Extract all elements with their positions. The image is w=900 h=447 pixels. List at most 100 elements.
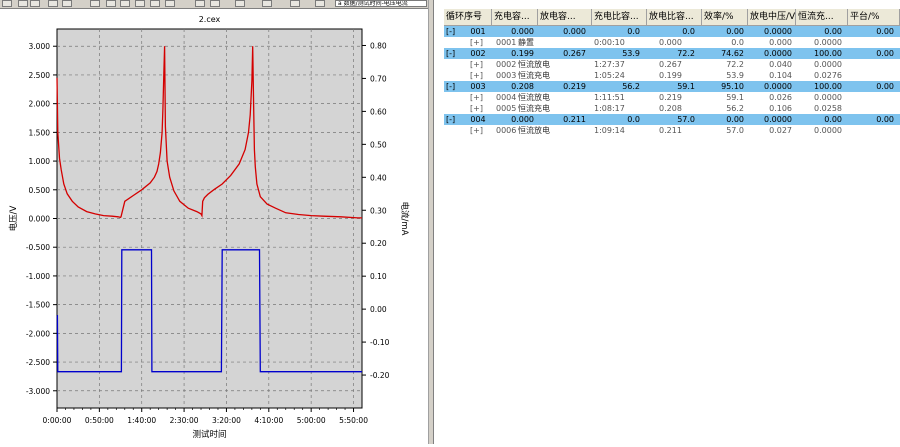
column-header[interactable]: 效率/%	[702, 9, 748, 25]
step-duration: 1:27:37	[594, 60, 625, 69]
table-cell: 56.2	[726, 104, 744, 113]
step-duration: 1:11:51	[594, 93, 625, 102]
step-row[interactable]: [+] 0006 恒流放电 1:09:14 0.211 57.0 0.027 0.0000	[444, 125, 900, 136]
column-header[interactable]: 循环序号	[444, 9, 492, 25]
arrow-right-icon[interactable]	[30, 0, 40, 7]
splitter[interactable]	[428, 0, 434, 444]
table-cell: 0.027	[769, 126, 792, 135]
expand-toggle: [+]	[470, 38, 483, 47]
cycle-row[interactable]: [-] 002 0.199 0.267 53.9 72.2 74.62 0.0000 100.0…	[444, 48, 900, 59]
y2-tick-label: 0.40	[370, 173, 387, 182]
print-icon[interactable]	[262, 0, 272, 7]
step-type: 恒流充电	[518, 104, 550, 113]
plot-mode-combo[interactable]: a 数据/测试时间-电压电流	[335, 0, 427, 7]
step-row[interactable]: [+] 0004 恒流放电 1:11:51 0.219 59.1 0.026 0.0000	[444, 92, 900, 103]
table-cell: 0.00	[876, 82, 894, 91]
y-tick-label: -1.000	[26, 272, 50, 281]
step-id: 0006	[496, 126, 517, 135]
y-tick-label: -3.000	[26, 387, 50, 396]
step-duration: 1:09:14	[594, 126, 625, 135]
column-header[interactable]: 放电比容...	[647, 9, 702, 25]
settings-icon[interactable]	[315, 0, 325, 7]
table-cell: 74.62	[721, 49, 744, 58]
y-tick-label: -1.500	[26, 301, 50, 310]
grid-icon[interactable]	[106, 0, 116, 7]
table-cell: 0.0000	[764, 115, 792, 124]
step-row[interactable]: [+] 0005 恒流充电 1:08:17 0.208 56.2 0.106 0.0258	[444, 103, 900, 114]
y2-tick-label: 0.10	[370, 272, 387, 281]
table-cell: 0.00	[824, 115, 842, 124]
column-header[interactable]: 充电容...	[492, 9, 538, 25]
y2-tick-label: 0.20	[370, 239, 387, 248]
table-cell: 72.2	[726, 60, 744, 69]
x-tick-label: 5:50:00	[339, 416, 368, 425]
y-tick-label: -2.000	[26, 329, 50, 338]
x-tick-label: 1:40:00	[127, 416, 156, 425]
step-row[interactable]: [+] 0002 恒流放电 1:27:37 0.267 72.2 0.040 0.0000	[444, 59, 900, 70]
table-cell: 0.0	[682, 27, 695, 36]
save-icon[interactable]	[2, 0, 12, 7]
table-icon[interactable]	[195, 0, 205, 7]
table-cell: 0.00	[824, 27, 842, 36]
expand-toggle: [+]	[470, 71, 483, 80]
column-header[interactable]: 放电容...	[538, 9, 592, 25]
step-capacity: 0.267	[659, 60, 682, 69]
step-capacity: 0.000	[659, 38, 682, 47]
table-cell: 0.0000	[814, 60, 842, 69]
table-cell: 0.000	[769, 38, 792, 47]
window-2-icon[interactable]	[135, 0, 145, 7]
y2-tick-label: -0.10	[370, 338, 390, 347]
column-header[interactable]: 平台/%	[848, 9, 900, 25]
table-cell: 95.10	[721, 82, 744, 91]
window-4-icon[interactable]	[165, 0, 175, 7]
table-cell: 56.2	[622, 82, 640, 91]
table-cell: 0.0276	[814, 71, 842, 80]
zoom-icon[interactable]	[48, 0, 58, 7]
column-header[interactable]: 放电中压/V	[748, 9, 796, 25]
cycle-row[interactable]: [-] 004 0.000 0.211 0.0 57.0 0.00 0.0000 0.00 0.0…	[444, 114, 900, 125]
chart-title: 2.cex	[199, 15, 221, 24]
chart-panel: 2.cex 0:00:00 0:50:00 1:40:00 2:30:00 3:20:00…	[0, 9, 420, 444]
table-cell: 59.1	[726, 93, 744, 102]
cycle-number: 003	[470, 82, 486, 91]
table-cell: 0.0000	[814, 93, 842, 102]
layout-icon[interactable]	[90, 0, 100, 7]
step-id: 0003	[496, 71, 517, 80]
step-row[interactable]: [+] 0003 恒流充电 1:05:24 0.199 53.9 0.104 0.0276	[444, 70, 900, 81]
table-cell: 0.104	[769, 71, 792, 80]
table-cell: 0.00	[876, 49, 894, 58]
column-header[interactable]: 恒流充...	[796, 9, 848, 25]
step-duration: 1:05:24	[594, 71, 625, 80]
step-type: 恒流放电	[518, 93, 550, 102]
column-header[interactable]: 充电比容...	[592, 9, 647, 25]
step-row[interactable]: [+] 0001 静置 0:00:10 0.000 0.0 0.000 0.0000	[444, 37, 900, 48]
cycle-row[interactable]: [-] 001 0.000 0.000 0.0 0.0 0.00 0.0000 0.00 0.00	[444, 26, 900, 37]
window-3-icon[interactable]	[150, 0, 160, 7]
step-capacity: 0.208	[659, 104, 682, 113]
chart-icon[interactable]	[235, 0, 245, 7]
export-icon[interactable]	[290, 0, 300, 7]
table-header: 循环序号 充电容... 放电容... 充电比容... 放电比容... 效率/% 放电中压/V…	[444, 9, 900, 26]
window-icon[interactable]	[120, 0, 130, 7]
y-tick-label: 2.000	[29, 100, 51, 109]
table-cell: 0.00	[876, 27, 894, 36]
table-cell: 53.9	[726, 71, 744, 80]
arrow-left-icon[interactable]	[18, 0, 28, 7]
table-cell: 57.0	[677, 115, 695, 124]
y2-tick-label: -0.20	[370, 371, 390, 380]
step-capacity: 0.199	[659, 71, 682, 80]
x-tick-label: 4:10:00	[254, 416, 283, 425]
zoom-out-icon[interactable]	[62, 0, 72, 7]
table-cell: 0.000	[511, 27, 534, 36]
x-tick-label: 0:50:00	[85, 416, 114, 425]
y-tick-label: 0.000	[29, 215, 51, 224]
y2-tick-label: 0.30	[370, 206, 387, 215]
table-2-icon[interactable]	[210, 0, 220, 7]
y2-tick-label: 0.70	[370, 74, 387, 83]
step-capacity: 0.219	[659, 93, 682, 102]
table-cell: 0.0	[627, 115, 640, 124]
cycle-row[interactable]: [-] 003 0.208 0.219 56.2 59.1 95.10 0.0000 100.0…	[444, 81, 900, 92]
table-cell: 0.000	[563, 27, 586, 36]
y-tick-label: -0.500	[26, 243, 50, 252]
y2-tick-label: 0.60	[370, 107, 387, 116]
